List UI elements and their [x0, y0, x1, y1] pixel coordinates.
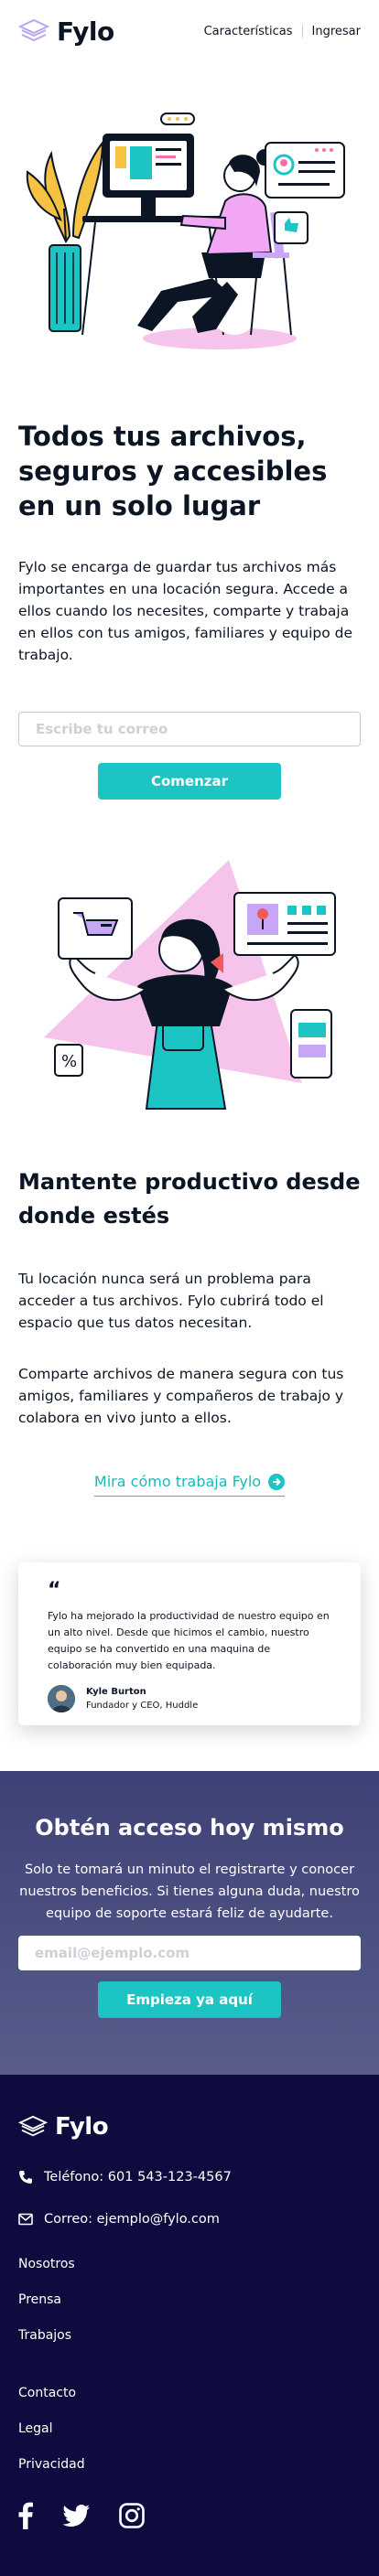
author-role: Fundador y CEO, Huddle: [86, 1701, 199, 1711]
logo-text: Fylo: [57, 16, 114, 47]
footer-link-jobs[interactable]: Trabajos: [18, 2327, 361, 2344]
stacked-layers-logo-icon: [18, 2115, 48, 2137]
person-avatar-icon: [48, 1685, 75, 1712]
logo[interactable]: Fylo: [18, 16, 114, 47]
footer-links-1: Nosotros Prensa Trabajos: [18, 2256, 361, 2344]
footer-link-about[interactable]: Nosotros: [18, 2256, 361, 2272]
footer-logo[interactable]: Fylo: [18, 2075, 361, 2141]
footer-link-press[interactable]: Prensa: [18, 2292, 361, 2308]
site-footer: Fylo Teléfono: 601 543-123-4567 Correo: …: [0, 2075, 379, 2576]
cta-section: Obtén acceso hoy mismo Solo te tomará un…: [0, 1771, 379, 2075]
testimonial-text: Fylo ha mejorado la productividad de nue…: [48, 1610, 330, 1671]
cta-email-input[interactable]: [18, 1936, 361, 1970]
hero-illustration: [0, 99, 379, 373]
site-header: Fylo Características Ingresar: [0, 0, 379, 62]
author-name: Kyle Burton: [86, 1687, 146, 1697]
productive-paragraph-1: Tu locación nunca será un problema para …: [18, 1271, 324, 1331]
hero-section: Todos tus archivos, seguros y accesibles…: [0, 419, 379, 800]
footer-email-text: Correo: ejemplo@fylo.com: [44, 2212, 220, 2227]
person-at-computer-illustration: [26, 113, 345, 349]
see-how-link-text: Mira cómo trabaja Fylo: [93, 1473, 262, 1490]
testimonial-card: “ Fylo ha mejorado la productividad de n…: [18, 1562, 361, 1725]
svg-text:%: %: [61, 1052, 77, 1071]
footer-link-legal[interactable]: Legal: [18, 2420, 361, 2437]
avatar: [48, 1685, 75, 1712]
page: Fylo Características Ingresar Todos tus …: [0, 0, 379, 2576]
quote-mark-icon: “: [48, 1579, 61, 1602]
footer-link-privacy[interactable]: Privacidad: [18, 2456, 361, 2473]
footer-logo-text: Fylo: [55, 2113, 109, 2141]
see-how-row: Mira cómo trabaja Fylo: [18, 1473, 361, 1497]
cta-title: Obtén acceso hoy mismo: [35, 1815, 344, 1841]
nav-features-link[interactable]: Características: [204, 25, 293, 38]
phone-icon: [19, 2171, 32, 2184]
hero-signup-form: Comenzar: [18, 712, 361, 800]
productive-section: Mantente productivo desde donde estés Tu…: [0, 1165, 379, 1497]
facebook-icon[interactable]: [18, 2502, 33, 2533]
hero-email-input[interactable]: [18, 712, 361, 746]
hero-title: Todos tus archivos, seguros y accesibles…: [18, 421, 328, 521]
nav-divider: [301, 25, 303, 38]
productive-illustration: %: [0, 856, 379, 1131]
see-how-fylo-works-link[interactable]: Mira cómo trabaja Fylo: [93, 1473, 286, 1497]
person-juggling-apps-illustration: %: [44, 860, 336, 1110]
social-links: [18, 2502, 361, 2533]
productive-title: Mantente productivo desde donde estés: [18, 1169, 361, 1229]
cta-text: Solo te tomará un minuto el registrarte …: [19, 1862, 360, 1921]
twitter-icon[interactable]: [62, 2505, 90, 2530]
stacked-layers-logo-icon: [18, 18, 49, 42]
footer-phone-text: Teléfono: 601 543-123-4567: [44, 2170, 232, 2184]
top-nav: Características Ingresar: [204, 25, 361, 38]
footer-phone: Teléfono: 601 543-123-4567: [18, 2170, 361, 2184]
footer-email: Correo: ejemplo@fylo.com: [18, 2212, 361, 2227]
testimonial-author: Kyle Burton Fundador y CEO, Huddle: [48, 1685, 331, 1712]
footer-link-contact[interactable]: Contacto: [18, 2385, 361, 2401]
instagram-icon[interactable]: [119, 2503, 145, 2532]
start-button[interactable]: Comenzar: [98, 763, 281, 800]
get-started-button[interactable]: Empieza ya aquí: [98, 1981, 281, 2018]
hero-description: Fylo se encarga de guardar tus archivos …: [18, 559, 353, 663]
nav-login-link[interactable]: Ingresar: [312, 25, 361, 38]
mail-icon: [18, 2213, 33, 2226]
productive-paragraph-2: Comparte archivos de manera segura con t…: [18, 1366, 344, 1426]
arrow-right-circle-icon: [268, 1473, 286, 1490]
footer-links-2: Contacto Legal Privacidad: [18, 2385, 361, 2473]
